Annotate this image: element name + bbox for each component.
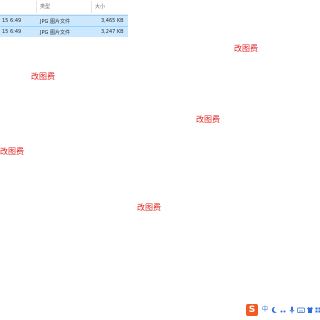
column-header-type[interactable]: 类型 <box>40 3 50 10</box>
file-size: 3,465 KB <box>101 18 124 24</box>
file-details-list: 类型 大小 15 6:49 JPG 图片文件 3,465 KB 15 6:49 … <box>0 0 128 37</box>
column-header-size[interactable]: 大小 <box>95 3 105 10</box>
file-row[interactable]: 15 6:49 JPG 图片文件 3,465 KB <box>0 15 128 26</box>
toolbox-icon[interactable] <box>314 306 320 314</box>
file-row[interactable]: 15 6:49 JPG 图片文件 3,247 KB <box>0 26 128 37</box>
column-divider[interactable] <box>91 1 92 13</box>
file-type: JPG 图片文件 <box>40 19 70 25</box>
watermark-label: 改图费 <box>137 203 161 212</box>
file-type: JPG 图片文件 <box>40 30 70 36</box>
file-date: 15 6:49 <box>2 18 22 24</box>
chinese-mode-icon[interactable]: 中 <box>261 306 269 314</box>
keyboard-icon[interactable] <box>297 306 305 314</box>
watermark-label: 改图费 <box>234 44 258 53</box>
column-divider[interactable] <box>36 1 37 13</box>
desktop-screen: 类型 大小 15 6:49 JPG 图片文件 3,465 KB 15 6:49 … <box>0 0 320 320</box>
watermark-label: 改图费 <box>0 147 24 156</box>
skin-icon[interactable] <box>306 306 314 314</box>
file-size: 3,247 KB <box>101 29 124 35</box>
punctuation-icon[interactable] <box>279 306 287 314</box>
file-date: 15 6:49 <box>2 29 22 35</box>
moon-icon[interactable] <box>270 306 278 314</box>
column-header-row: 类型 大小 <box>0 0 128 15</box>
ime-status-bar: S 中 <box>246 303 320 320</box>
microphone-icon[interactable] <box>288 306 296 314</box>
watermark-label: 改图费 <box>31 72 55 81</box>
watermark-label: 改图费 <box>196 115 220 124</box>
sogou-ime-icon[interactable]: S <box>246 304 258 316</box>
